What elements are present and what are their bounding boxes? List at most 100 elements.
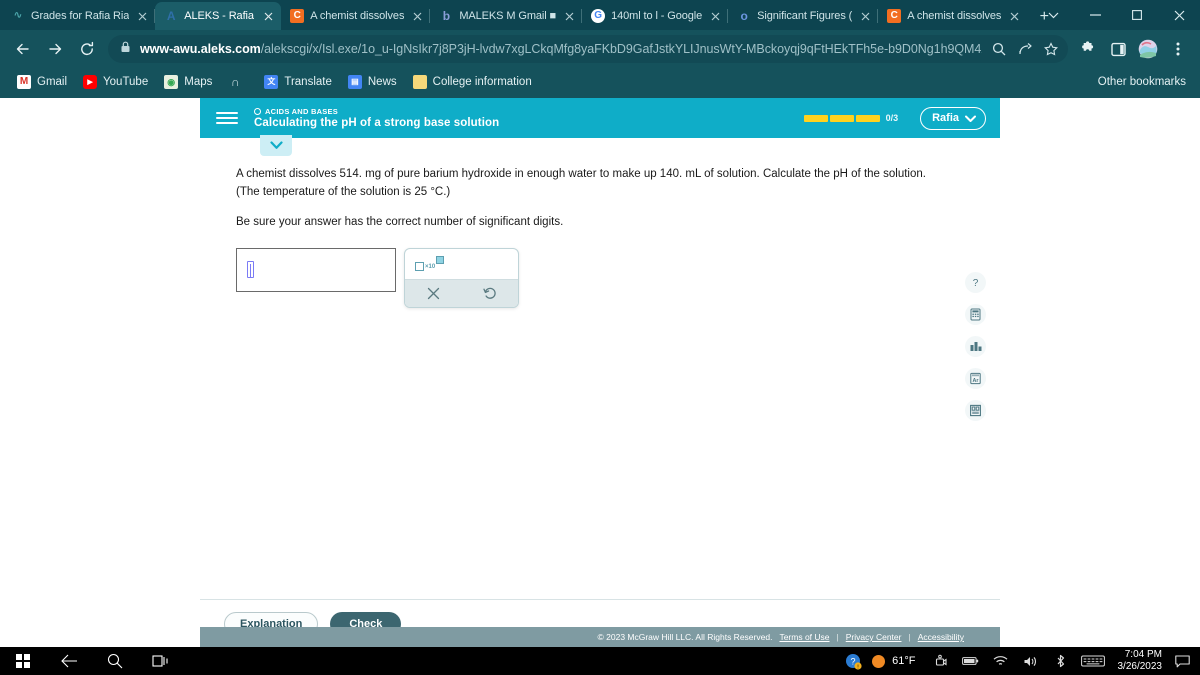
tab-close-icon[interactable] bbox=[1007, 9, 1021, 23]
tab-search-chevron-icon[interactable] bbox=[1032, 0, 1074, 30]
address-bar[interactable]: www-awu.aleks.com/alekscgi/x/Isl.exe/1o_… bbox=[108, 35, 1068, 63]
tab-title: Grades for Rafia Ria bbox=[31, 10, 130, 22]
bookmark-drive[interactable]: ∩ bbox=[221, 72, 255, 92]
taskbar-clock[interactable]: 7:04 PM 3/26/2023 bbox=[1110, 649, 1171, 674]
tab-close-icon[interactable] bbox=[562, 9, 576, 23]
volume-icon[interactable] bbox=[1016, 647, 1046, 675]
bookmark-youtube[interactable]: ▶ YouTube bbox=[76, 72, 155, 92]
battery-icon[interactable] bbox=[956, 647, 986, 675]
security-warning-icon[interactable]: ?! bbox=[838, 647, 868, 675]
privacy-center-link[interactable]: Privacy Center bbox=[846, 632, 902, 642]
user-menu-button[interactable]: Rafia bbox=[920, 106, 986, 130]
star-icon[interactable] bbox=[1042, 42, 1060, 56]
svg-text:!: ! bbox=[857, 664, 859, 670]
puzzle-icon[interactable] bbox=[1074, 34, 1102, 64]
terms-of-use-link[interactable]: Terms of Use bbox=[779, 632, 829, 642]
browser-tab-3[interactable]: b MALEKS M Gmail ■ bbox=[430, 2, 583, 30]
bookmark-label: Translate bbox=[284, 76, 332, 88]
bluetooth-icon[interactable] bbox=[1046, 647, 1076, 675]
reference-tables-tool[interactable] bbox=[965, 400, 986, 421]
browser-tab-6[interactable]: C A chemist dissolves bbox=[878, 2, 1027, 30]
aleks-header: ACIDS AND BASES Calculating the pH of a … bbox=[200, 98, 1000, 138]
minimize-icon[interactable] bbox=[1074, 0, 1116, 30]
separator: | bbox=[908, 632, 911, 642]
tab-close-icon[interactable] bbox=[261, 9, 275, 23]
scientific-notation-icon: ×10 bbox=[415, 256, 445, 272]
task-view-icon[interactable] bbox=[138, 647, 184, 675]
topic-heading: ACIDS AND BASES Calculating the pH of a … bbox=[254, 107, 499, 129]
tab-close-icon[interactable] bbox=[858, 9, 872, 23]
browser-tab-2[interactable]: C A chemist dissolves bbox=[281, 2, 431, 30]
maps-icon: ◉ bbox=[164, 75, 179, 89]
browser-tab-5[interactable]: o Significant Figures ( bbox=[728, 2, 879, 30]
aleks-icon: A bbox=[166, 9, 176, 23]
zoom-out-icon[interactable] bbox=[990, 42, 1008, 56]
bookmark-label: News bbox=[367, 76, 397, 88]
progress-count: 0/3 bbox=[885, 113, 899, 123]
bookmark-label: College information bbox=[432, 76, 532, 88]
browser-tab-0[interactable]: ∿ Grades for Rafia Ria bbox=[2, 2, 156, 30]
side-panel-icon[interactable] bbox=[1104, 34, 1132, 64]
share-icon[interactable] bbox=[1016, 42, 1034, 56]
keyboard-icon[interactable] bbox=[1076, 647, 1110, 675]
notification-icon[interactable] bbox=[1170, 647, 1194, 675]
question-note: Be sure your answer has the correct numb… bbox=[236, 215, 564, 228]
other-bookmarks[interactable]: Other bookmarks bbox=[1092, 76, 1190, 88]
clock-time: 7:04 PM bbox=[1124, 648, 1162, 660]
bookmark-maps[interactable]: ◉ Maps bbox=[157, 72, 219, 92]
bookmark-news[interactable]: ▤ News bbox=[341, 72, 404, 92]
reload-button[interactable] bbox=[72, 34, 102, 64]
progress-indicator: 0/3 bbox=[803, 113, 899, 123]
window-controls bbox=[1032, 0, 1200, 30]
windows-start-icon[interactable] bbox=[0, 647, 46, 675]
question-expand-toggle[interactable] bbox=[260, 135, 292, 156]
clear-x-icon[interactable] bbox=[405, 287, 462, 300]
translate-icon: 文 bbox=[264, 75, 279, 89]
profile-avatar[interactable] bbox=[1134, 34, 1162, 64]
bookmark-label: Maps bbox=[184, 76, 213, 88]
periodic-table-tool[interactable]: Ar bbox=[965, 368, 986, 389]
undo-icon[interactable] bbox=[462, 286, 519, 300]
browser-tab-1[interactable]: A ALEKS - Rafia Riaz - bbox=[155, 2, 282, 30]
canvas-icon: ∿ bbox=[13, 10, 23, 21]
bookmark-gmail[interactable]: M Gmail bbox=[10, 72, 74, 92]
help-tool[interactable]: ? bbox=[965, 272, 986, 293]
accessibility-link[interactable]: Accessibility bbox=[918, 632, 964, 642]
page-title: Calculating the pH of a strong base solu… bbox=[254, 117, 500, 129]
forward-button[interactable] bbox=[40, 34, 70, 64]
hamburger-menu-icon[interactable] bbox=[216, 112, 238, 124]
navigation-toolbar: www-awu.aleks.com/alekscgi/x/Isl.exe/1o_… bbox=[0, 30, 1200, 68]
news-icon: ▤ bbox=[347, 75, 362, 89]
question-area: A chemist dissolves 514. mg of pure bari… bbox=[200, 156, 1000, 599]
copyright-text: © 2023 McGraw Hill LLC. All Rights Reser… bbox=[597, 632, 773, 642]
windows-taskbar: ?! 61°F 7:04 PM 3/26/2023 bbox=[0, 647, 1200, 675]
search-icon[interactable] bbox=[92, 647, 138, 675]
progress-bar bbox=[803, 114, 880, 122]
weather-widget[interactable]: 61°F bbox=[868, 654, 925, 668]
camera-icon[interactable] bbox=[926, 647, 956, 675]
tab-close-icon[interactable] bbox=[135, 9, 149, 23]
bookmark-translate[interactable]: 文 Translate bbox=[257, 72, 339, 92]
close-icon[interactable] bbox=[1158, 0, 1200, 30]
maximize-icon[interactable] bbox=[1116, 0, 1158, 30]
scientific-notation-button[interactable]: ×10 bbox=[405, 249, 518, 279]
answer-input[interactable] bbox=[236, 247, 396, 292]
youtube-icon: ▶ bbox=[83, 75, 98, 89]
tab-close-icon[interactable] bbox=[410, 9, 424, 23]
x10-label: ×10 bbox=[425, 264, 436, 271]
wifi-icon[interactable] bbox=[986, 647, 1016, 675]
tab-close-icon[interactable] bbox=[708, 9, 722, 23]
bookmark-college-information[interactable]: College information bbox=[406, 72, 539, 92]
browser-tab-4[interactable]: G 140ml to l - Google bbox=[582, 2, 729, 30]
chegg-icon: C bbox=[887, 9, 902, 23]
gmail-icon: M bbox=[17, 75, 31, 89]
calculator-tool[interactable] bbox=[965, 304, 986, 325]
question-text: A chemist dissolves 514. mg of pure bari… bbox=[236, 168, 926, 198]
three-dot-menu-icon[interactable] bbox=[1164, 34, 1192, 64]
back-button[interactable] bbox=[8, 34, 38, 64]
data-chart-tool[interactable] bbox=[965, 336, 986, 357]
taskbar-left bbox=[0, 647, 184, 675]
url-text: www-awu.aleks.com/alekscgi/x/Isl.exe/1o_… bbox=[140, 42, 982, 56]
back-arrow-icon[interactable] bbox=[46, 647, 92, 675]
svg-text:?: ? bbox=[973, 278, 979, 289]
